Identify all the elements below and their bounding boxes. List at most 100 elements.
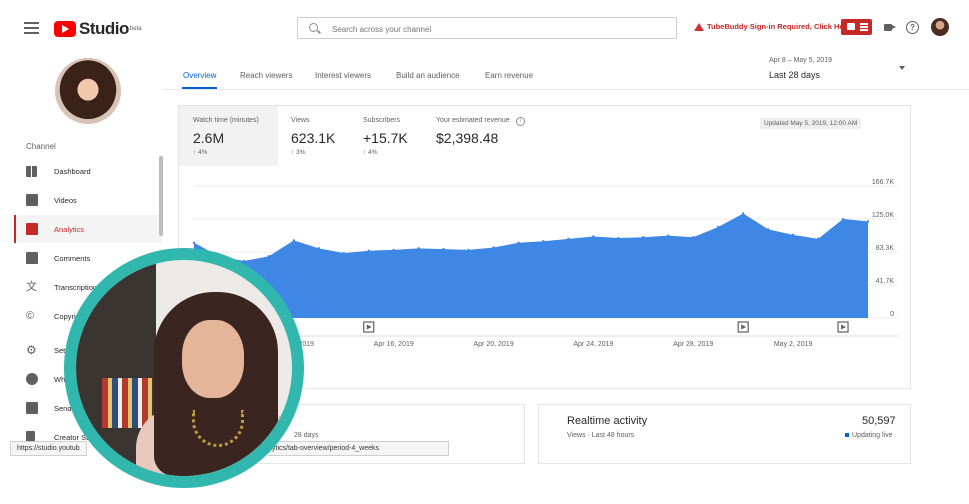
realtime-status: Updating live: [845, 432, 892, 439]
data-point[interactable]: [617, 236, 620, 240]
top-app-bar: Studio beta TubeBuddy Sign-in Required, …: [0, 0, 969, 56]
data-point[interactable]: [517, 241, 520, 244]
realtime-title: Realtime activity: [567, 415, 648, 427]
sidebar-item-videos[interactable]: Videos: [14, 186, 162, 214]
data-point[interactable]: [192, 241, 196, 244]
metric-label: Subscribers: [363, 117, 400, 124]
data-point[interactable]: [267, 255, 271, 258]
data-point[interactable]: [392, 248, 395, 252]
realtime-subtitle: Views · Last 48 hours: [567, 432, 635, 439]
help-icon[interactable]: ?: [906, 21, 919, 34]
data-point[interactable]: [766, 228, 770, 231]
feedback-icon: [26, 402, 38, 414]
tubebuddy-warning-link[interactable]: TubeBuddy Sign-in Required, Click Here: [694, 22, 851, 31]
data-point[interactable]: [816, 237, 820, 241]
metric-label: Watch time (minutes): [193, 117, 259, 124]
webcam-video: [76, 260, 292, 476]
presenter-face: [182, 320, 244, 398]
period-label: 28 days: [294, 432, 319, 439]
logo-badge: beta: [129, 26, 142, 32]
x-tick-label: Apr 28, 2019: [673, 341, 713, 348]
sidebar-item-label: Videos: [54, 195, 77, 205]
video-marker-icon[interactable]: [363, 321, 375, 333]
data-point[interactable]: [791, 233, 795, 237]
dashboard-icon: [26, 165, 37, 177]
data-point[interactable]: [417, 247, 420, 250]
y-tick-label: 83.3K: [876, 245, 895, 252]
x-tick-label: Apr 20, 2019: [474, 341, 514, 348]
search-box[interactable]: [297, 17, 677, 39]
youtube-play-icon: [54, 21, 76, 37]
data-point[interactable]: [642, 236, 645, 239]
tab-earn-revenue[interactable]: Earn revenue: [485, 71, 533, 80]
date-range-label: Last 28 days: [769, 70, 821, 80]
y-tick-label: 0: [890, 311, 894, 318]
video-marker-icon[interactable]: [737, 321, 749, 333]
data-point[interactable]: [717, 225, 720, 229]
chevron-down-icon: [899, 66, 905, 70]
tab-interest-viewers[interactable]: Interest viewers: [315, 71, 371, 80]
videos-icon: [26, 194, 38, 206]
data-point[interactable]: [592, 235, 595, 238]
analytics-icon: [26, 223, 38, 235]
tubebuddy-warning-text: TubeBuddy Sign-in Required, Click Here: [707, 22, 851, 31]
sidebar-item-dashboard[interactable]: Dashboard: [14, 157, 162, 185]
data-point[interactable]: [242, 259, 246, 263]
sidebar-item-label: Analytics: [54, 224, 85, 234]
data-point[interactable]: [317, 247, 321, 250]
data-point[interactable]: [841, 217, 845, 221]
tab-reach-viewers[interactable]: Reach viewers: [240, 71, 292, 80]
link-preview-right: ytics/tab-overview/period-4_weeks: [268, 441, 449, 456]
data-point[interactable]: [667, 234, 670, 237]
gear-icon: ⚙: [26, 343, 37, 357]
x-tick-label: Apr 24, 2019: [573, 341, 613, 348]
data-point[interactable]: [741, 212, 745, 215]
metric-change: ↑ 4%: [193, 149, 208, 156]
info-icon[interactable]: i: [516, 117, 525, 126]
video-marker-icon[interactable]: [837, 321, 849, 333]
metric-value: 623.1K: [291, 130, 336, 146]
logo-text: Studio: [79, 19, 129, 38]
tabs-divider: [162, 89, 969, 90]
sidebar-item-label: Dashboard: [54, 166, 91, 176]
tab-build-an-audience[interactable]: Build an audience: [396, 71, 460, 80]
date-range-text: Apr 8 – May 5, 2019: [769, 57, 833, 64]
whats-new-icon: [26, 373, 38, 385]
menu-icon[interactable]: [24, 22, 39, 34]
data-point[interactable]: [492, 246, 495, 249]
metric-change: ↑ 3%: [291, 149, 306, 156]
data-point[interactable]: [542, 239, 545, 243]
data-point[interactable]: [866, 220, 870, 223]
y-tick-label: 41.7K: [876, 278, 895, 285]
translate-icon: 文: [26, 281, 37, 293]
metric-value: $2,398.48: [436, 130, 499, 146]
watch-time-series[interactable]: [194, 213, 868, 318]
copyright-icon: ©: [26, 310, 35, 322]
metric-value: 2.6M: [193, 130, 225, 146]
x-tick-label: May 2, 2019: [774, 341, 813, 348]
tubebuddy-button[interactable]: [841, 19, 872, 35]
create-video-icon[interactable]: [884, 24, 896, 31]
data-point[interactable]: [692, 236, 695, 239]
data-point[interactable]: [567, 237, 570, 241]
metric-change: ↑ 4%: [363, 149, 378, 156]
data-point[interactable]: [292, 239, 296, 242]
data-point[interactable]: [342, 251, 345, 255]
studio-logo[interactable]: Studio beta: [54, 19, 142, 39]
channel-avatar[interactable]: [55, 58, 121, 124]
tab-overview[interactable]: Overview: [183, 71, 216, 80]
updated-timestamp: Updated May 5, 2019, 12:00 AM: [760, 118, 862, 129]
metric-label: Views: [291, 117, 310, 124]
account-avatar[interactable]: [931, 18, 949, 36]
data-point[interactable]: [467, 248, 470, 252]
sidebar-scrollbar[interactable]: [159, 156, 163, 236]
search-icon: [309, 23, 318, 32]
data-point[interactable]: [367, 249, 370, 252]
sidebar-section-label: Channel: [26, 142, 56, 151]
metric-value: +15.7K: [363, 130, 408, 146]
search-input[interactable]: [330, 20, 664, 38]
y-tick-label: 125.0K: [872, 212, 895, 219]
sidebar-item-analytics[interactable]: Analytics: [14, 215, 162, 243]
data-point[interactable]: [442, 247, 445, 251]
x-tick-label: Apr 16, 2019: [374, 341, 414, 348]
